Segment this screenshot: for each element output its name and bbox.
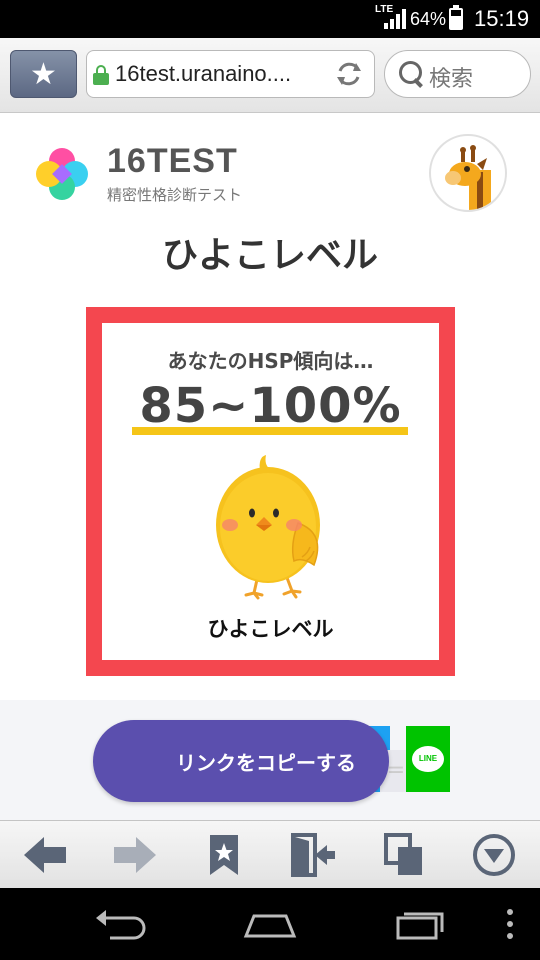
clock: 15:19 [474,6,530,31]
nav-recents-icon[interactable] [390,904,450,944]
giraffe-avatar-icon[interactable] [429,134,507,212]
line-share-button[interactable]: LINE [406,726,450,792]
system-navigation-bar [0,888,540,960]
battery-icon [449,5,463,30]
nav-back-icon[interactable] [90,904,150,944]
forward-icon[interactable] [110,831,158,879]
url-text: 16test.uranaino.... [115,61,292,86]
signal-icon [380,9,406,29]
chick-illustration-icon [206,453,336,603]
nav-more-icon[interactable] [500,904,520,944]
result-card: あなたのHSP傾向は… 85~100% ひよこレベル [86,307,455,676]
copy-link-button[interactable]: リンクをコピーする [93,720,389,802]
reload-icon[interactable] [334,59,364,89]
tabs-icon[interactable] [380,831,428,879]
line-icon: LINE [412,746,444,772]
browser-toolbar: ★ 16test.uranaino.... 検索 [0,38,540,113]
result-level-label: ひよこレベル [207,617,334,641]
page-title: ひよこレベル [161,235,378,276]
result-question: あなたのHSP傾向は… [167,349,374,373]
site-tagline: 精密性格診断テスト [107,186,243,204]
web-page: 16TEST 精密性格診断テスト ひよこレベル あなたのHSP傾向は… 85~1… [0,114,540,820]
nav-home-icon[interactable] [240,904,300,944]
search-field[interactable]: 検索 [384,50,531,98]
bookmarks-icon[interactable] [200,831,248,879]
star-icon: ★ [30,56,57,92]
menu-icon[interactable] [470,831,518,879]
exit-icon[interactable] [290,831,338,879]
share-area: = LINE リンクをコピーする [0,700,540,820]
site-header: 16TEST 精密性格診断テスト [0,114,540,224]
search-icon [399,61,425,89]
status-bar: LTE 64% 15:19 [0,0,540,38]
bookmark-star-button[interactable]: ★ [10,50,77,98]
back-icon[interactable] [22,831,70,879]
clover-logo-icon[interactable] [36,148,88,200]
url-field[interactable]: 16test.uranaino.... [86,50,375,98]
battery-percent: 64% [410,9,447,29]
search-placeholder: 検索 [429,67,474,92]
site-brand[interactable]: 16TEST [107,142,238,181]
result-score: 85~100% [139,378,402,434]
lock-icon [93,65,109,85]
browser-bottom-toolbar [0,820,540,888]
